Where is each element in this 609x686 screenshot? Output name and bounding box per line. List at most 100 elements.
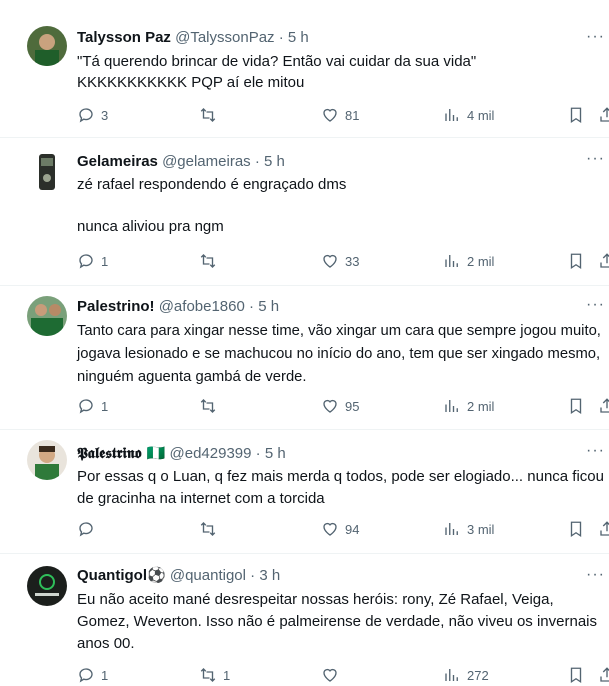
- tweet-actions: 1 1 272: [77, 666, 609, 686]
- avatar[interactable]: [27, 440, 67, 480]
- separator: ·: [278, 29, 284, 46]
- tweet-actions: 1 33 2 mil: [77, 252, 609, 272]
- tweet-actions: 3 81 4 mil: [77, 106, 609, 126]
- author-name[interactable]: Talysson Paz: [77, 29, 171, 46]
- tweet[interactable]: Quantigol⚽ @quantigol · 3 h ··· Eu não a…: [0, 554, 609, 684]
- author-name[interactable]: Palestrino!: [77, 298, 155, 315]
- tweet-header: 𝕻𝖆𝖑𝖊𝖘𝖙𝖗𝖎𝖓𝖔 🇳🇬 @ed429399 · 5 h: [77, 443, 286, 464]
- retweet-button[interactable]: [199, 106, 223, 124]
- author-handle[interactable]: @ed429399: [170, 445, 252, 462]
- views-button[interactable]: 2 mil: [443, 397, 494, 415]
- reply-count: 1: [101, 398, 109, 414]
- tweet-actions: 1 95 2 mil: [77, 397, 609, 417]
- author-name[interactable]: 𝕻𝖆𝖑𝖊𝖘𝖙𝖗𝖎𝖓𝖔 🇳🇬: [77, 444, 165, 462]
- share-button[interactable]: [598, 520, 609, 538]
- views-button[interactable]: 4 mil: [443, 106, 494, 124]
- bookmark-icon: [570, 398, 582, 415]
- like-button[interactable]: 94: [321, 520, 359, 538]
- retweet-button[interactable]: [199, 397, 223, 415]
- tweet-text: zé rafael respondendo é engraçado dms nu…: [77, 176, 347, 235]
- heart-icon: [323, 522, 337, 536]
- bookmark-button[interactable]: [567, 666, 585, 684]
- more-icon[interactable]: ···: [586, 150, 605, 168]
- bookmark-button[interactable]: [567, 252, 585, 270]
- avatar[interactable]: [27, 296, 67, 336]
- views-icon: [445, 109, 458, 121]
- share-button[interactable]: [598, 666, 609, 684]
- views-icon: [445, 400, 458, 412]
- like-button[interactable]: 95: [321, 397, 359, 415]
- author-handle[interactable]: @TalyssonPaz: [175, 29, 274, 46]
- author-name[interactable]: Quantigol⚽: [77, 567, 166, 584]
- reply-icon: [79, 108, 93, 123]
- bookmark-button[interactable]: [567, 520, 585, 538]
- reply-button[interactable]: 1: [77, 252, 108, 270]
- views-count: 3 mil: [467, 521, 495, 537]
- retweet-icon: [200, 522, 216, 536]
- timestamp[interactable]: 5 h: [265, 445, 286, 462]
- share-button[interactable]: [598, 397, 609, 415]
- author-handle[interactable]: @quantigol: [170, 567, 246, 584]
- retweet-button[interactable]: [199, 520, 223, 538]
- retweet-button[interactable]: [199, 252, 223, 270]
- retweet-button[interactable]: 1: [199, 666, 230, 684]
- heart-icon: [323, 399, 337, 413]
- tweet-header: Quantigol⚽ @quantigol · 3 h: [77, 566, 280, 586]
- reply-button[interactable]: 1: [77, 397, 108, 415]
- retweet-icon: [200, 668, 216, 682]
- like-count: 33: [345, 253, 360, 269]
- reply-icon: [79, 522, 93, 537]
- bookmark-icon: [570, 107, 582, 124]
- retweet-icon: [200, 254, 216, 268]
- share-icon: [600, 253, 609, 268]
- separator: ·: [249, 298, 255, 315]
- author-handle[interactable]: @afobe1860: [159, 298, 245, 315]
- avatar[interactable]: [27, 152, 67, 192]
- reply-button[interactable]: [77, 520, 101, 538]
- bookmark-button[interactable]: [567, 397, 585, 415]
- tweet[interactable]: 𝕻𝖆𝖑𝖊𝖘𝖙𝖗𝖎𝖓𝖔 🇳🇬 @ed429399 · 5 h ··· Por es…: [0, 430, 609, 554]
- reply-button[interactable]: 1: [77, 666, 108, 684]
- retweet-count: 1: [223, 667, 231, 683]
- views-button[interactable]: 3 mil: [443, 520, 494, 538]
- views-count: 2 mil: [467, 253, 495, 269]
- like-button[interactable]: 81: [321, 106, 359, 124]
- author-handle[interactable]: @gelameiras: [162, 153, 251, 170]
- separator: ·: [255, 445, 261, 462]
- tweet[interactable]: Gelameiras @gelameiras · 5 h ··· zé rafa…: [0, 138, 609, 286]
- share-button[interactable]: [598, 106, 609, 124]
- bookmark-icon: [570, 667, 582, 684]
- like-button[interactable]: 33: [321, 252, 359, 270]
- share-icon: [600, 667, 609, 682]
- share-button[interactable]: [598, 252, 609, 270]
- separator: ·: [254, 153, 260, 170]
- timestamp[interactable]: 5 h: [258, 298, 279, 315]
- bookmark-button[interactable]: [567, 106, 585, 124]
- separator: ·: [250, 567, 256, 584]
- tweet[interactable]: Palestrino! @afobe1860 · 5 h ··· Tanto c…: [0, 286, 609, 430]
- tweet-header: Talysson Paz @TalyssonPaz · 5 h: [77, 28, 309, 48]
- tweet-text: Por essas q o Luan, q fez mais merda q t…: [77, 468, 604, 507]
- author-name[interactable]: Gelameiras: [77, 153, 158, 170]
- timestamp[interactable]: 5 h: [288, 29, 309, 46]
- like-button[interactable]: [321, 666, 345, 684]
- views-icon: [445, 523, 458, 535]
- heart-icon: [323, 668, 337, 682]
- timestamp[interactable]: 5 h: [264, 153, 285, 170]
- more-icon[interactable]: ···: [586, 28, 605, 46]
- more-icon[interactable]: ···: [586, 442, 605, 460]
- heart-icon: [323, 108, 337, 122]
- reply-button[interactable]: 3: [77, 106, 108, 124]
- bookmark-icon: [570, 253, 582, 270]
- views-count: 2 mil: [467, 398, 495, 414]
- tweet-actions: 94 3 mil: [77, 520, 609, 540]
- timestamp[interactable]: 3 h: [259, 567, 280, 584]
- more-icon[interactable]: ···: [586, 566, 605, 584]
- tweet[interactable]: Talysson Paz @TalyssonPaz · 5 h ··· "Tá …: [0, 0, 609, 138]
- avatar[interactable]: [27, 566, 67, 606]
- reply-count: 3: [101, 107, 109, 123]
- avatar[interactable]: [27, 26, 67, 66]
- more-icon[interactable]: ···: [586, 296, 605, 314]
- views-button[interactable]: 272: [443, 666, 489, 684]
- views-button[interactable]: 2 mil: [443, 252, 494, 270]
